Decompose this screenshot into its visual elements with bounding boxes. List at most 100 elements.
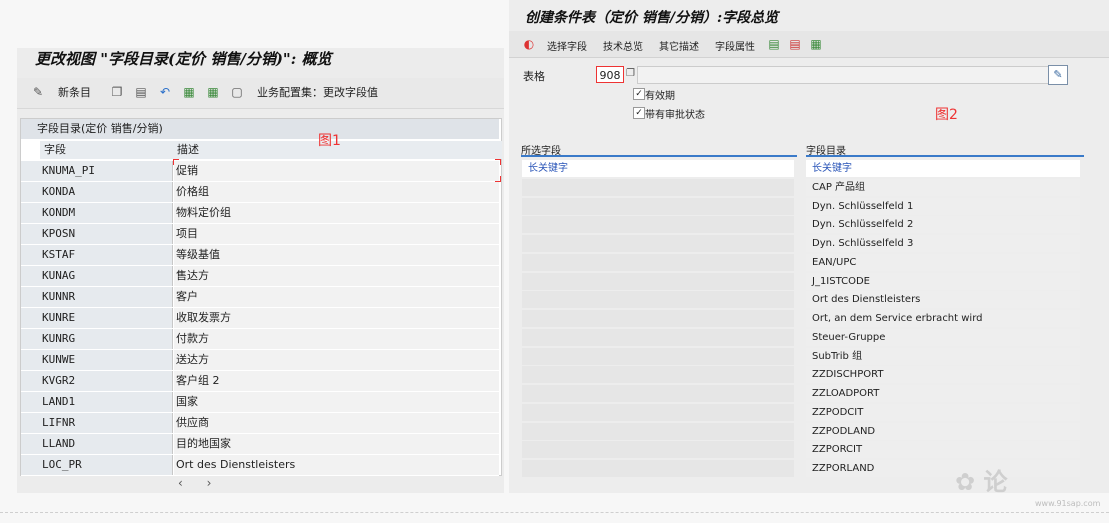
undo-icon[interactable]: ↶ bbox=[158, 85, 172, 99]
selected-field-row[interactable] bbox=[522, 460, 794, 477]
field-code-cell: KUNWE bbox=[21, 350, 173, 370]
selected-field-row[interactable] bbox=[522, 366, 794, 384]
table-row[interactable]: LAND1 国家 bbox=[21, 392, 499, 413]
selected-field-row[interactable] bbox=[522, 422, 794, 440]
deselect-all-icon[interactable]: ▢ bbox=[230, 85, 244, 99]
table-number-field[interactable]: 908 bbox=[596, 66, 624, 83]
field-description-cell[interactable]: 项目 bbox=[174, 224, 499, 244]
field-code-cell: KUNRE bbox=[21, 308, 173, 328]
copy-icon[interactable]: ❐ bbox=[110, 85, 124, 99]
tech-overview-button[interactable]: 技术总览 bbox=[603, 38, 643, 53]
catalog-field-row[interactable]: J_1ISTCODE bbox=[806, 272, 1080, 290]
table-row[interactable]: KSTAF 等级基值 bbox=[21, 245, 499, 266]
add-row-icon[interactable]: ▤ bbox=[767, 37, 781, 51]
selected-field-row[interactable] bbox=[522, 235, 794, 252]
table-row[interactable]: KONDA 价格组 bbox=[21, 182, 499, 203]
catalog-field-row[interactable]: Ort des Dienstleisters bbox=[806, 291, 1080, 309]
catalog-field-row[interactable]: ZZPODLAND bbox=[806, 422, 1080, 440]
other-description-button[interactable]: 其它描述 bbox=[659, 38, 699, 53]
catalog-field-row[interactable]: SubTrib 组 bbox=[806, 347, 1080, 365]
catalog-field-row[interactable]: Dyn. Schlüsselfeld 3 bbox=[806, 235, 1080, 252]
catalog-field-row[interactable]: ZZPORLAND bbox=[806, 460, 1080, 477]
selected-field-row[interactable] bbox=[522, 197, 794, 215]
catalog-field-row[interactable]: Dyn. Schlüsselfeld 1 bbox=[806, 197, 1080, 215]
catalog-field-row[interactable]: ZZDISCHPORT bbox=[806, 366, 1080, 384]
catalog-field-row[interactable]: ZZPORCIT bbox=[806, 441, 1080, 459]
field-description-cell[interactable]: 付款方 bbox=[174, 329, 499, 349]
column-header-field[interactable]: 字段 bbox=[40, 141, 178, 159]
field-code-cell: KUNAG bbox=[21, 266, 173, 286]
selected-field-row[interactable]: 长关键字 bbox=[522, 160, 794, 177]
remove-row-icon[interactable]: ▤ bbox=[788, 37, 802, 51]
catalog-field-row[interactable]: Steuer-Gruppe bbox=[806, 328, 1080, 346]
selected-field-row[interactable] bbox=[522, 385, 794, 402]
field-description-cell[interactable]: 价格组 bbox=[174, 182, 499, 202]
selection-mark-tl bbox=[173, 159, 179, 165]
delete-icon[interactable]: ▤ bbox=[134, 85, 148, 99]
field-description-cell[interactable]: 物料定价组 bbox=[174, 203, 499, 223]
catalog-field-row[interactable]: ZZPODCIT bbox=[806, 403, 1080, 421]
selected-field-row[interactable] bbox=[522, 441, 794, 459]
select-field-icon[interactable]: ◐ bbox=[522, 37, 536, 51]
field-description-cell[interactable]: Ort des Dienstleisters bbox=[174, 455, 499, 475]
config-set-button[interactable]: 业务配置集：更改字段值 bbox=[257, 84, 378, 100]
selected-field-row[interactable] bbox=[522, 291, 794, 309]
selected-field-row[interactable] bbox=[522, 347, 794, 365]
field-code-cell: KNUMA_PI bbox=[21, 161, 173, 181]
table-row[interactable]: KUNRG 付款方 bbox=[21, 329, 499, 350]
selected-field-row[interactable] bbox=[522, 178, 794, 196]
divider bbox=[0, 512, 1109, 513]
right-page-title: 创建条件表（定价 销售/分销）:字段总览 bbox=[525, 10, 779, 26]
field-description-cell[interactable]: 目的地国家 bbox=[174, 434, 499, 454]
catalog-field-row[interactable]: Ort, an dem Service erbracht wird bbox=[806, 310, 1080, 327]
field-description-cell[interactable]: 客户 bbox=[174, 287, 499, 307]
selected-field-row[interactable] bbox=[522, 310, 794, 327]
selected-field-row[interactable] bbox=[522, 253, 794, 271]
field-description-cell[interactable]: 送达方 bbox=[174, 350, 499, 370]
export-icon[interactable]: ▦ bbox=[809, 37, 823, 51]
table-row[interactable]: KONDM 物料定价组 bbox=[21, 203, 499, 224]
selected-field-row[interactable] bbox=[522, 403, 794, 421]
catalog-field-row[interactable]: EAN/UPC bbox=[806, 253, 1080, 271]
field-description-cell[interactable]: 收取发票方 bbox=[174, 308, 499, 328]
field-description-cell[interactable]: 供应商 bbox=[174, 413, 499, 433]
table-row[interactable]: LOC_PR Ort des Dienstleisters bbox=[21, 455, 499, 476]
select-block-icon[interactable]: ▦ bbox=[206, 85, 220, 99]
field-description-cell[interactable]: 国家 bbox=[174, 392, 499, 412]
select-all-icon[interactable]: ▦ bbox=[182, 85, 196, 99]
selected-field-row[interactable] bbox=[522, 216, 794, 234]
select-fields-button[interactable]: 选择字段 bbox=[547, 38, 587, 53]
table-description-field[interactable] bbox=[637, 66, 1049, 84]
field-code-cell: KUNRG bbox=[21, 329, 173, 349]
field-code-cell: KONDA bbox=[21, 182, 173, 202]
table-row[interactable]: LLAND 目的地国家 bbox=[21, 434, 499, 455]
field-description-cell[interactable]: 售达方 bbox=[174, 266, 499, 286]
copy-small-icon[interactable]: ❐ bbox=[626, 68, 635, 79]
field-code-cell: LAND1 bbox=[21, 392, 173, 412]
new-entries-button[interactable]: 新条目 bbox=[58, 84, 91, 100]
approval-status-checkbox[interactable]: ✓ bbox=[633, 107, 645, 119]
catalog-field-row[interactable]: ZZLOADPORT bbox=[806, 385, 1080, 402]
table-row[interactable]: KVGR2 客户组 2 bbox=[21, 371, 499, 392]
catalog-field-row[interactable]: Dyn. Schlüsselfeld 2 bbox=[806, 216, 1080, 234]
field-attributes-button[interactable]: 字段属性 bbox=[715, 38, 755, 53]
table-row[interactable]: KNUMA_PI 促销 bbox=[21, 161, 499, 182]
catalog-field-row[interactable]: CAP 产品组 bbox=[806, 178, 1080, 196]
validity-checkbox[interactable]: ✓ bbox=[633, 88, 645, 100]
table-row[interactable]: KUNRE 收取发票方 bbox=[21, 308, 499, 329]
table-row[interactable]: LIFNR 供应商 bbox=[21, 413, 499, 434]
wand-icon[interactable]: ✎ bbox=[31, 85, 45, 99]
field-description-cell[interactable]: 客户组 2 bbox=[174, 371, 499, 391]
selected-field-row[interactable] bbox=[522, 328, 794, 346]
edit-icon[interactable]: ✎ bbox=[1048, 65, 1068, 85]
field-description-cell[interactable]: 促销 bbox=[174, 161, 499, 181]
field-catalog-header: 字段目录 bbox=[806, 142, 1084, 157]
horizontal-scroll-arrows[interactable]: ‹ › bbox=[178, 476, 221, 490]
table-row[interactable]: KUNAG 售达方 bbox=[21, 266, 499, 287]
field-description-cell[interactable]: 等级基值 bbox=[174, 245, 499, 265]
table-row[interactable]: KPOSN 项目 bbox=[21, 224, 499, 245]
catalog-field-row[interactable]: 长关键字 bbox=[806, 160, 1080, 177]
table-row[interactable]: KUNWE 送达方 bbox=[21, 350, 499, 371]
table-row[interactable]: KUNNR 客户 bbox=[21, 287, 499, 308]
selected-field-row[interactable] bbox=[522, 272, 794, 290]
